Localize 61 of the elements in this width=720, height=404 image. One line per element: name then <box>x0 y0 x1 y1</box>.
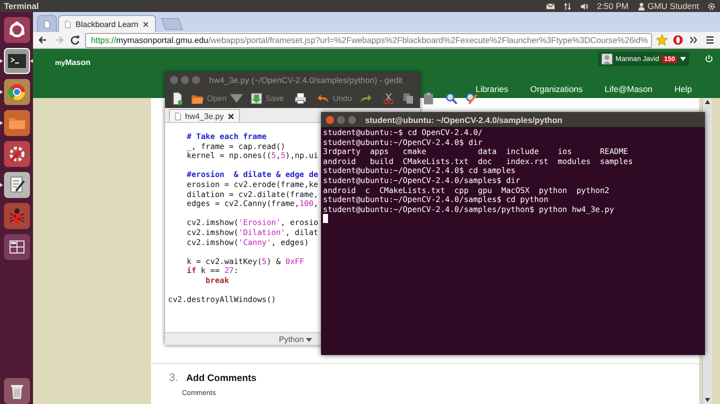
nav-link[interactable]: Life@Mason <box>604 84 653 94</box>
person-icon[interactable] <box>636 2 646 10</box>
redo-arrow-icon <box>358 92 372 104</box>
app-name: Terminal <box>4 1 39 11</box>
avatar-icon <box>600 53 613 65</box>
mail-icon[interactable] <box>546 2 555 10</box>
launcher-item[interactable] <box>4 48 30 74</box>
close-button[interactable] <box>326 116 334 124</box>
page-icon <box>43 20 51 28</box>
launcher-item[interactable] <box>4 110 30 136</box>
star-icon[interactable] <box>656 34 668 46</box>
printer-icon <box>294 92 307 104</box>
search-icon <box>444 92 458 104</box>
launcher-item[interactable] <box>4 79 30 105</box>
up-arrow-icon[interactable] <box>703 98 712 106</box>
launcher-item[interactable] <box>4 172 30 198</box>
window-title: student@ubuntu: ~/OpenCV-2.4.0/samples/python <box>365 114 562 124</box>
nav-link[interactable]: Libraries <box>476 84 508 94</box>
undo-arrow-icon <box>316 92 330 104</box>
user-name[interactable]: GMU Student <box>648 1 699 11</box>
chevrons-icon[interactable] <box>688 34 700 46</box>
close-icon[interactable] <box>226 112 235 120</box>
language-selector[interactable]: Python <box>278 334 312 344</box>
circle-logo-icon[interactable] <box>672 34 684 46</box>
section-heading: Add Comments <box>186 373 256 384</box>
document-icon <box>174 112 182 120</box>
close-icon[interactable] <box>142 20 150 28</box>
launcher-item[interactable] <box>4 234 30 260</box>
nav-link[interactable]: Organizations <box>530 84 583 94</box>
terminal-icon <box>6 51 26 71</box>
document-tab[interactable]: hw4_3e.py <box>169 109 240 122</box>
scissors-icon <box>382 92 395 104</box>
launcher-item[interactable] <box>4 141 30 167</box>
launcher-item[interactable] <box>4 378 30 404</box>
circle-logo-icon <box>6 82 26 102</box>
caret-icon <box>680 57 686 61</box>
gear-icon[interactable] <box>707 2 716 10</box>
browser-tab[interactable]: Blackboard Learn <box>58 15 156 32</box>
save-icon <box>250 92 263 104</box>
window-title: hw4_3e.py (~/OpenCV-2.4.0/samples/python) - gedit <box>209 75 402 85</box>
launcher-item[interactable] <box>4 17 30 43</box>
clock[interactable]: 2:50 PM <box>596 1 628 11</box>
up-down-arrows-icon[interactable] <box>562 2 572 10</box>
new-document-icon <box>171 92 184 104</box>
gear-wrench-icon <box>6 144 26 164</box>
section-number: 3. <box>169 372 178 384</box>
speaker-icon[interactable] <box>580 2 589 10</box>
nav-link[interactable]: Help <box>674 84 692 94</box>
down-arrow-icon[interactable] <box>703 396 712 404</box>
search-replace-icon <box>464 92 478 104</box>
back-arrow-icon[interactable] <box>37 34 49 46</box>
circle-logo-icon <box>6 20 26 40</box>
page-icon <box>64 20 72 28</box>
copy-icon <box>402 92 415 104</box>
menu-icon[interactable] <box>704 34 716 46</box>
power-icon[interactable] <box>704 54 714 64</box>
caret-icon <box>230 92 243 104</box>
address-field[interactable]: https://mymasonportal.gmu.edu/webapps/portal/frameset.jsp?url=%2Fwebapps%2Fblackboard%2Fexecute%2Flauncher%3Ftype%3DCourse%26id% <box>85 32 652 48</box>
text-cursor <box>323 214 328 224</box>
caret-icon <box>306 338 312 342</box>
reload-icon[interactable] <box>69 34 81 46</box>
